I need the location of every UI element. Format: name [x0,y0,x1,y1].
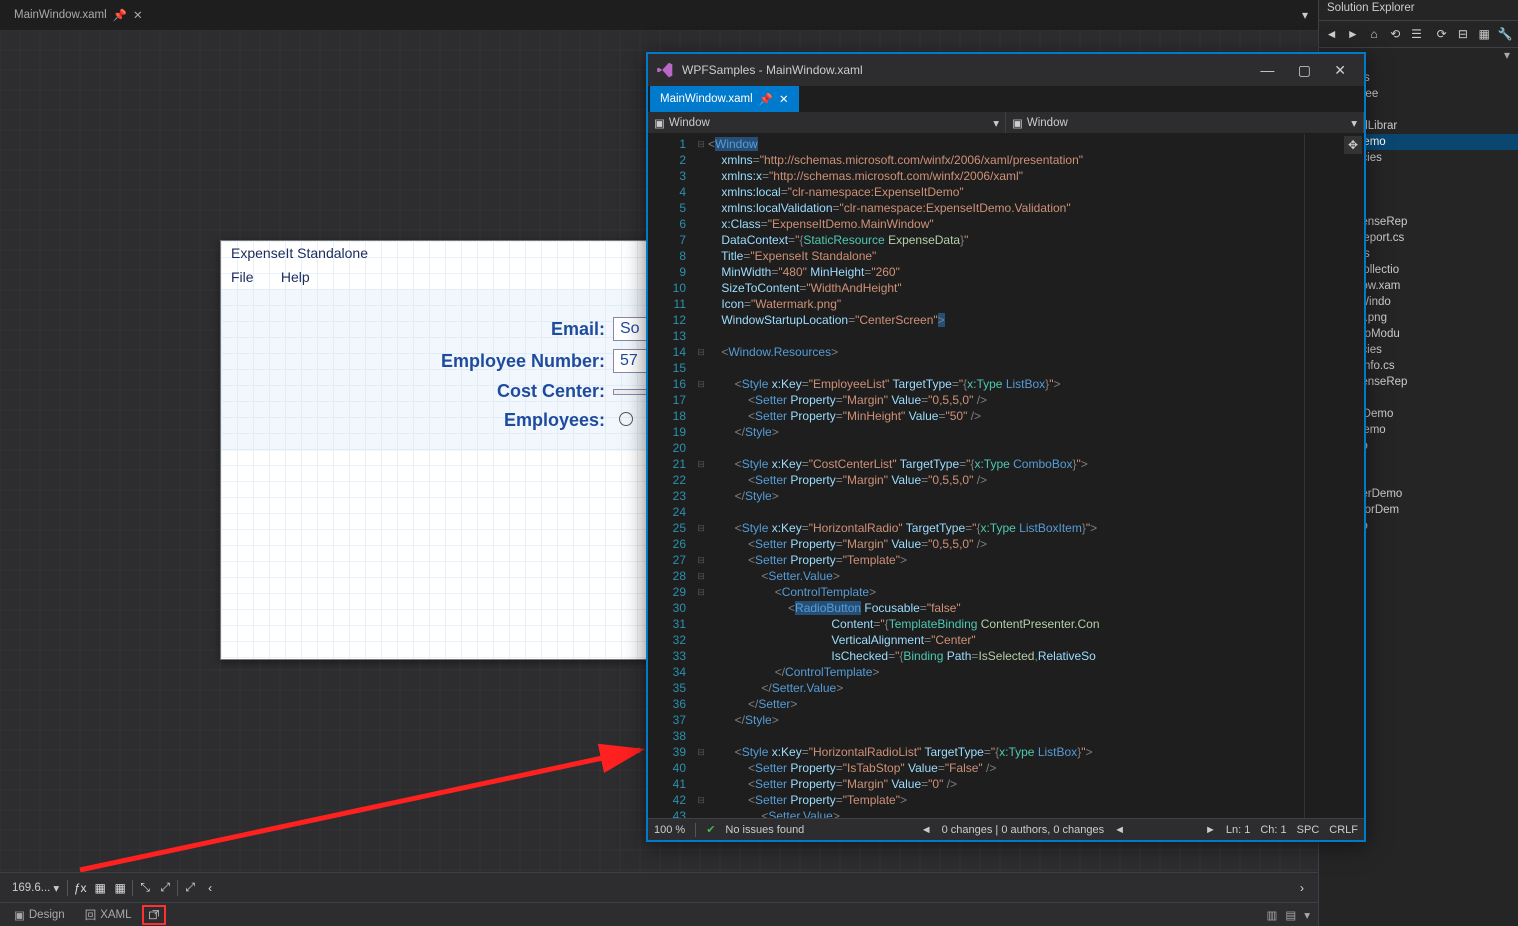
maximize-icon[interactable]: ▢ [1288,62,1321,78]
code-minimap[interactable]: ✥ [1304,134,1364,818]
tab-overflow-dropdown[interactable]: ▾ [1296,8,1314,22]
solution-explorer-title: Solution Explorer [1319,0,1518,20]
menu-file[interactable]: File [231,269,254,285]
status-changes[interactable]: 0 changes | 0 authors, 0 changes [942,824,1104,836]
label-costcenter: Cost Center: [233,381,613,402]
fx-icon[interactable]: ƒx [70,878,90,898]
grid-icon[interactable]: ▦ [90,878,110,898]
designer-zoom-toolbar: 169.6... ▾ ƒx ▦ ▦ ⤡ ⤢ ⤢ ‹ › [0,872,1318,902]
home-icon[interactable]: ⌂ [1365,25,1382,43]
visual-studio-icon [656,61,674,79]
status-crlf[interactable]: CRLF [1329,824,1358,836]
sync-icon[interactable]: ⟲ [1387,25,1404,43]
menu-help[interactable]: Help [281,269,310,285]
fold-gutter[interactable]: ⊟⊟⊟⊟⊟⊟⊟⊟⊟⊟ [694,134,708,818]
filter-icon[interactable]: ☰ [1408,25,1425,43]
floating-code-window[interactable]: WPFSamples - MainWindow.xaml ― ▢ ✕ MainW… [646,52,1366,842]
collapse-icon[interactable]: ⊟ [1454,25,1471,43]
back-icon[interactable]: ◄ [1323,25,1340,43]
line-number-gutter: 1234567891011121314151617181920212223242… [648,134,694,818]
input-employees[interactable] [613,410,645,431]
chev-left-icon[interactable]: ◄ [921,824,932,836]
showall-icon[interactable]: ▦ [1476,25,1493,43]
solution-toolbar: ◄ ► ⌂ ⟲ ☰ ⟳ ⊟ ▦ 🔧 [1319,20,1518,48]
check-icon: ✔ [706,823,715,836]
minimap-expand-icon[interactable]: ✥ [1344,136,1362,154]
label-empnum: Employee Number: [233,351,613,372]
tab-design[interactable]: ▣ Design [4,906,75,924]
refresh-icon[interactable]: ⟳ [1433,25,1450,43]
status-col[interactable]: Ch: 1 [1260,824,1286,836]
snap-icon[interactable]: ⤡ [135,878,155,898]
zoom-level[interactable]: 169.6... ▾ [6,879,65,897]
forward-icon[interactable]: ► [1344,25,1361,43]
document-tab-strip: MainWindow.xaml 📌 ✕ ▾ [0,0,1318,30]
collapse-pane-icon[interactable]: ▾ [1300,906,1314,924]
code-editor[interactable]: 1234567891011121314151617181920212223242… [648,134,1364,818]
tab-mainwindow[interactable]: MainWindow.xaml 📌 ✕ [4,4,153,26]
close-icon[interactable]: ✕ [779,92,789,106]
chev-left-icon[interactable]: ‹ [200,878,220,898]
tab-label: MainWindow.xaml [14,9,107,21]
pin-icon[interactable]: 📌 [759,92,773,106]
tab-xaml[interactable]: 回 XAML [75,905,142,925]
code-text[interactable]: <Window xmlns="http://schemas.microsoft.… [708,134,1304,818]
radio-icon[interactable] [619,412,633,426]
editor-status-bar: 100 % ✔ No issues found ◄ 0 changes | 0 … [648,818,1364,840]
scope-dropdown-right[interactable]: ▣ Window▾ [1006,112,1364,133]
status-issues[interactable]: No issues found [725,824,804,836]
status-spc[interactable]: SPC [1297,824,1320,836]
pin-icon[interactable]: 📌 [113,8,127,22]
label-employees: Employees: [233,410,613,431]
scope-dropdown-left[interactable]: ▣ Window▾ [648,112,1006,133]
minimize-icon[interactable]: ― [1250,62,1284,78]
float-tabs: MainWindow.xaml 📌 ✕ [648,86,1364,112]
split-vertical-icon[interactable]: ▤ [1281,906,1300,924]
float-title: WPFSamples - MainWindow.xaml [682,63,1250,77]
status-line[interactable]: Ln: 1 [1226,824,1250,836]
split-horizontal-icon[interactable]: ▥ [1262,906,1281,924]
chev-right-icon[interactable]: ► [1205,824,1216,836]
popout-xaml-button[interactable] [142,905,166,925]
float-tab-label: MainWindow.xaml [660,93,753,105]
popout-icon [148,909,160,921]
status-zoom[interactable]: 100 % [654,824,685,836]
float-titlebar[interactable]: WPFSamples - MainWindow.xaml ― ▢ ✕ [648,54,1364,86]
chev-right-icon[interactable]: › [1292,878,1312,898]
chev-left2-icon[interactable]: ◄ [1114,824,1125,836]
close-icon[interactable]: ✕ [133,8,143,22]
label-email: Email: [233,319,613,340]
close-icon[interactable]: ✕ [1324,62,1356,78]
float-tab-mainwindow[interactable]: MainWindow.xaml 📌 ✕ [650,86,799,112]
snap2-icon[interactable]: ⤢ [155,878,175,898]
grid2-icon[interactable]: ▦ [110,878,130,898]
expand-icon[interactable]: ⤢ [180,878,200,898]
design-xaml-tabs: ▣ Design 回 XAML ▥ ▤ ▾ [0,902,1318,926]
annotation-arrow [50,680,670,872]
properties-icon[interactable]: 🔧 [1497,25,1514,43]
